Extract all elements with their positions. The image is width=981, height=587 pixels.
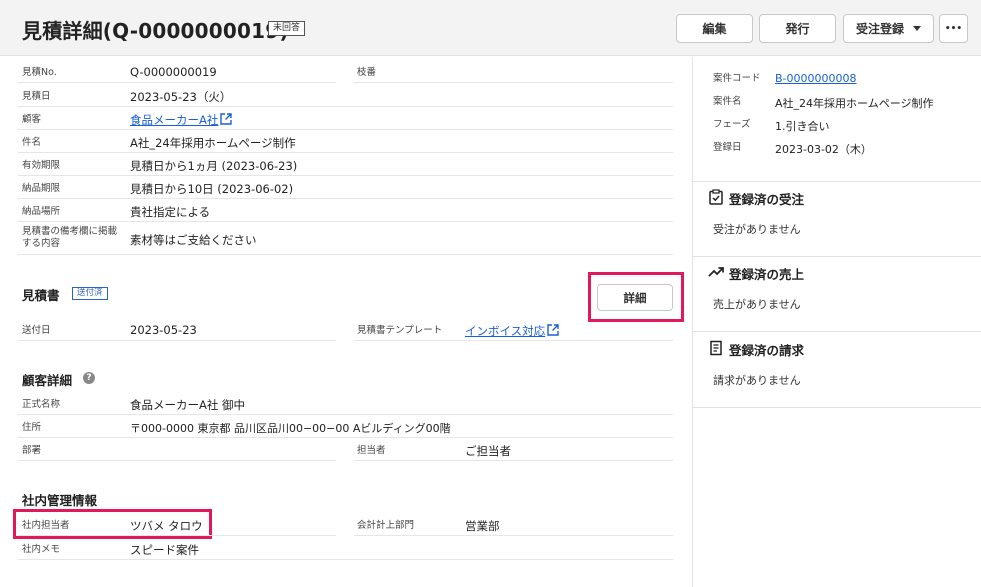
help-icon[interactable]: ? xyxy=(83,372,95,384)
registered-sales-section: 登録済の売上 売上がありません xyxy=(693,257,981,332)
formal-name-label: 正式名称 xyxy=(22,399,61,410)
external-link-icon[interactable] xyxy=(220,113,233,125)
row-delivery-deadline: 納品期限 見積日から10日 (2023-06-02) xyxy=(18,176,673,199)
row-accounting-dept: 会計計上部門 営業部 xyxy=(354,513,673,536)
project-info: 案件コード B-0000000008 案件名 A社_24年採用ホームページ制作 … xyxy=(693,57,981,182)
template-label: 見積書テンプレート xyxy=(357,325,443,336)
person-value: ご担当者 xyxy=(465,444,511,458)
quote-no-label: 見積No. xyxy=(22,67,57,78)
remarks-value: 素材等はご支給ください xyxy=(130,233,257,247)
main-content: 見積No. Q-0000000019 枝番 見積日 2023-05-23（火） … xyxy=(0,57,692,587)
row-customer: 顧客 食品メーカーA社 xyxy=(18,107,673,130)
project-name-label: 案件名 xyxy=(713,96,742,107)
staff-label: 社内担当者 xyxy=(22,520,70,531)
row-remarks: 見積書の備考欄に掲載 する内容 素材等はご支給ください xyxy=(18,222,673,255)
address-label: 住所 xyxy=(22,422,42,433)
row-memo: 社内メモ スピード案件 xyxy=(18,537,673,560)
department-label: 部署 xyxy=(22,445,42,456)
person-label: 担当者 xyxy=(357,445,386,456)
customer-link-text[interactable]: 食品メーカーA社 xyxy=(130,113,218,127)
sent-date-value: 2023-05-23 xyxy=(130,323,197,337)
status-badge: 未回答 xyxy=(268,21,306,36)
row-template: 見積書テンプレート インボイス対応 xyxy=(354,318,673,341)
remarks-label-line2: する内容 xyxy=(22,238,61,249)
detail-button[interactable]: 詳細 xyxy=(597,284,673,311)
orders-empty-message: 受注がありません xyxy=(713,223,801,236)
template-link[interactable]: インボイス対応 xyxy=(465,323,559,339)
external-link-icon[interactable] xyxy=(547,324,559,336)
project-name-value: A社_24年採用ホームページ制作 xyxy=(775,97,934,110)
memo-value: スピード案件 xyxy=(130,543,199,557)
sidebar: 案件コード B-0000000008 案件名 A社_24年採用ホームページ制作 … xyxy=(692,57,981,587)
remarks-label: 見積書の備考欄に掲載 する内容 xyxy=(22,226,117,250)
quote-no-value: Q-0000000019 xyxy=(130,65,217,79)
phase-label: フェーズ xyxy=(713,119,751,130)
trending-up-icon xyxy=(708,267,724,277)
invoices-title: 登録済の請求 xyxy=(729,343,805,358)
subject-value: A社_24年採用ホームページ制作 xyxy=(130,136,296,150)
sales-title: 登録済の売上 xyxy=(729,267,805,282)
row-quote-date: 見積日 2023-05-23（火） xyxy=(18,84,673,107)
quote-doc-title: 見積書 xyxy=(22,288,60,303)
row-delivery-place: 納品場所 貴社指定による xyxy=(18,199,673,222)
remarks-label-line1: 見積書の備考欄に掲載 xyxy=(22,226,118,237)
reg-date-label: 登録日 xyxy=(713,142,742,153)
issue-button[interactable]: 発行 xyxy=(759,14,836,43)
branch-label: 枝番 xyxy=(357,67,377,78)
row-formal-name: 正式名称 食品メーカーA社 御中 xyxy=(18,392,673,415)
internal-title: 社内管理情報 xyxy=(22,493,98,508)
formal-name-value: 食品メーカーA社 御中 xyxy=(130,398,246,412)
row-person: 担当者 ご担当者 xyxy=(354,438,673,461)
quote-date-label: 見積日 xyxy=(22,91,51,102)
row-department: 部署 xyxy=(18,438,336,461)
row-address: 住所 〒000-0000 東京都 品川区品川00−00−00 Aビルディング00… xyxy=(18,415,673,438)
page-header: 見積詳細(Q-0000000019) 未回答 編集 発行 受注登録 ••• xyxy=(0,0,981,56)
registered-orders-section: 登録済の受注 受注がありません xyxy=(693,182,981,257)
delivery-place-value: 貴社指定による xyxy=(130,205,211,219)
address-value: 〒000-0000 東京都 品川区品川00−00−00 Aビルディング00階 xyxy=(130,422,451,435)
quote-date-value: 2023-05-23（火） xyxy=(130,90,232,104)
invoice-icon xyxy=(710,340,722,356)
template-link-text[interactable]: インボイス対応 xyxy=(465,324,545,338)
sent-date-label: 送付日 xyxy=(22,325,51,336)
more-options-button[interactable]: ••• xyxy=(939,14,968,43)
registered-invoices-section: 登録済の請求 請求がありません xyxy=(693,332,981,408)
clipboard-check-icon xyxy=(709,189,723,205)
row-sent-date: 送付日 2023-05-23 xyxy=(18,318,336,341)
validity-value: 見積日から1ヵ月 (2023-06-23) xyxy=(130,159,298,173)
edit-button[interactable]: 編集 xyxy=(676,14,753,43)
order-register-button[interactable]: 受注登録 xyxy=(843,14,934,43)
project-code-link[interactable]: B-0000000008 xyxy=(775,72,857,85)
page-title: 見積詳細(Q-0000000019) xyxy=(22,19,289,43)
customer-detail-title: 顧客詳細 xyxy=(22,373,73,388)
row-staff: 社内担当者 ツバメ タロウ xyxy=(18,513,336,536)
delivery-deadline-value: 見積日から10日 (2023-06-02) xyxy=(130,182,294,196)
orders-title: 登録済の受注 xyxy=(729,192,805,207)
delivery-place-label: 納品場所 xyxy=(22,206,61,217)
row-branch: 枝番 xyxy=(354,60,673,83)
delivery-deadline-label: 納品期限 xyxy=(22,183,61,194)
memo-label: 社内メモ xyxy=(22,544,61,555)
customer-label: 顧客 xyxy=(22,114,42,125)
validity-label: 有効期限 xyxy=(22,160,61,171)
reg-date-value: 2023-03-02（木） xyxy=(775,143,872,156)
caret-down-icon xyxy=(913,26,921,31)
sales-empty-message: 売上がありません xyxy=(713,298,801,311)
row-quote-no: 見積No. Q-0000000019 xyxy=(18,60,336,83)
customer-link[interactable]: 食品メーカーA社 xyxy=(130,112,233,128)
phase-value: 1.引き合い xyxy=(775,120,830,133)
invoices-empty-message: 請求がありません xyxy=(713,374,801,387)
subject-label: 件名 xyxy=(22,137,42,148)
row-subject: 件名 A社_24年採用ホームページ制作 xyxy=(18,130,673,153)
sent-badge: 送付済 xyxy=(72,287,108,300)
order-register-label: 受注登録 xyxy=(856,22,905,36)
accounting-dept-value: 営業部 xyxy=(465,519,500,533)
accounting-dept-label: 会計計上部門 xyxy=(357,520,415,531)
row-validity: 有効期限 見積日から1ヵ月 (2023-06-23) xyxy=(18,153,673,176)
project-code-label: 案件コード xyxy=(713,73,761,84)
staff-value: ツバメ タロウ xyxy=(130,519,203,533)
